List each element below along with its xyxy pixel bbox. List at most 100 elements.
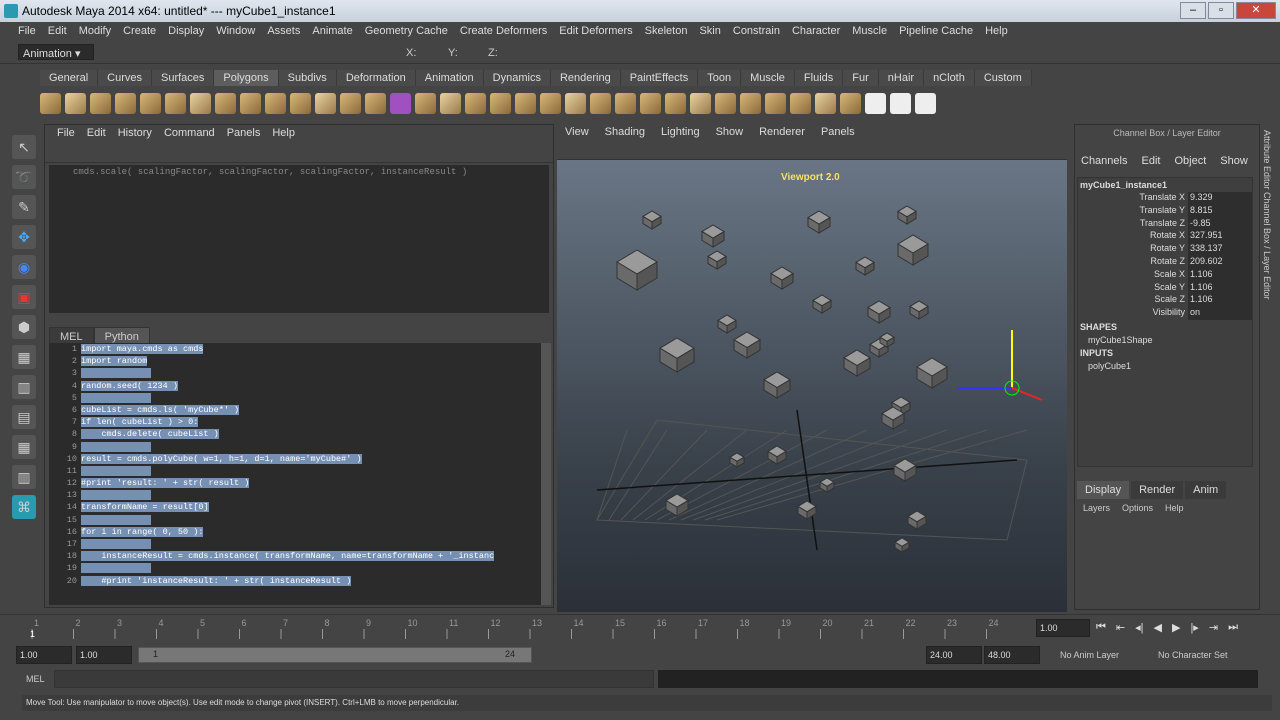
cube-instance[interactable] — [894, 537, 910, 553]
channel-row[interactable]: Visibility on — [1078, 307, 1252, 320]
shelf-tool-icon[interactable] — [440, 92, 461, 114]
shelf-tool-icon[interactable] — [165, 92, 186, 114]
channel-value[interactable]: 1.106 — [1188, 268, 1252, 282]
shelf-tool-icon[interactable] — [740, 92, 761, 114]
script-menu-edit[interactable]: Edit — [81, 125, 112, 141]
start-time-field[interactable]: 1.00 — [16, 646, 72, 664]
cube-instance[interactable] — [770, 266, 794, 290]
viewport-panel[interactable]: View Shading Lighting Show Renderer Panels Vi… — [557, 124, 1067, 612]
shelf-tool-icon[interactable] — [590, 92, 611, 114]
play-forward-icon[interactable]: ▶ — [1172, 621, 1180, 634]
layer-tab-display[interactable]: Display — [1077, 481, 1130, 499]
menu-muscle[interactable]: Muscle — [846, 22, 893, 42]
shape-node[interactable]: myCube1Shape — [1078, 334, 1252, 346]
script-menu-panels[interactable]: Panels — [221, 125, 267, 141]
layout-icon[interactable]: ▤ — [12, 405, 36, 429]
menuset-dropdown[interactable]: Animation ▾ — [18, 44, 94, 60]
prev-key-icon[interactable]: ◂| — [1135, 621, 1143, 634]
menu-pipeline-cache[interactable]: Pipeline Cache — [893, 22, 979, 42]
shelf-tab-custom[interactable]: Custom — [974, 70, 1032, 86]
shelf-tab-dynamics[interactable]: Dynamics — [483, 70, 551, 86]
shelf-tool-icon[interactable] — [415, 92, 436, 114]
channel-value[interactable]: 338.137 — [1188, 243, 1252, 256]
shelf-tab-polygons[interactable]: Polygons — [214, 70, 279, 86]
menu-window[interactable]: Window — [210, 22, 261, 42]
paint-select-icon[interactable]: ✎ — [12, 195, 36, 219]
shelf-tool-icon[interactable] — [365, 92, 386, 114]
channel-row[interactable]: Rotate Y 338.137 — [1078, 243, 1252, 256]
shelf-tool-icon[interactable] — [715, 92, 736, 114]
shelf-tab-curves[interactable]: Curves — [98, 70, 152, 86]
shelf-tab-rendering[interactable]: Rendering — [550, 70, 621, 86]
cube-instance[interactable] — [909, 300, 929, 320]
input-node[interactable]: polyCube1 — [1078, 360, 1252, 372]
shelf-tool-icon[interactable] — [840, 92, 861, 114]
shelf-tab-subdivs[interactable]: Subdivs — [278, 70, 337, 86]
layout-icon[interactable]: ▦ — [12, 435, 36, 459]
script-menu-history[interactable]: History — [112, 125, 158, 141]
menu-assets[interactable]: Assets — [261, 22, 306, 42]
shelf-tool-icon[interactable] — [690, 92, 711, 114]
object-name[interactable]: myCube1_instance1 — [1078, 178, 1252, 192]
cube-instance[interactable] — [855, 256, 875, 276]
shelf-tab-general[interactable]: General — [40, 70, 99, 86]
shelf-tool-icon[interactable] — [140, 92, 161, 114]
channel-value[interactable]: 8.815 — [1188, 204, 1252, 218]
channel-menu-show[interactable]: Show — [1220, 155, 1248, 167]
script-menu-help[interactable]: Help — [266, 125, 301, 141]
go-end-icon[interactable]: ⏭ — [1228, 621, 1238, 634]
channel-value[interactable]: on — [1188, 307, 1252, 320]
menu-create[interactable]: Create — [117, 22, 162, 42]
channel-row[interactable]: Scale Y 1.106 — [1078, 281, 1252, 295]
shelf-tool-icon[interactable] — [465, 92, 486, 114]
cube-instance[interactable] — [807, 210, 831, 234]
shelf-tool-icon[interactable] — [890, 92, 911, 114]
shelf-tab-surfaces[interactable]: Surfaces — [151, 70, 215, 86]
shelf-tool-icon[interactable] — [490, 92, 511, 114]
layer-menu-options[interactable]: Options — [1122, 503, 1153, 513]
end-time-field[interactable]: 48.00 — [984, 646, 1040, 664]
menu-help[interactable]: Help — [979, 22, 1014, 42]
channel-value[interactable]: 9.329 — [1188, 192, 1252, 205]
menu-animate[interactable]: Animate — [306, 22, 358, 42]
cube-instance[interactable] — [733, 331, 761, 359]
shelf-tool-icon[interactable] — [665, 92, 686, 114]
step-forward-icon[interactable]: ⇥ — [1209, 621, 1218, 634]
shelf-tool-icon[interactable] — [915, 92, 936, 114]
viewport-menu-show[interactable]: Show — [708, 124, 752, 140]
shelf-tool-icon[interactable] — [765, 92, 786, 114]
anim-layer-dropdown[interactable]: No Anim Layer — [1060, 650, 1119, 660]
play-back-icon[interactable]: ◀ — [1154, 621, 1162, 634]
shelf-tab-ncloth[interactable]: nCloth — [924, 70, 975, 86]
channel-value[interactable]: 209.602 — [1188, 255, 1252, 269]
shelf-tab-fur[interactable]: Fur — [843, 70, 879, 86]
shelf-tool-icon[interactable] — [815, 92, 836, 114]
go-start-icon[interactable]: ⏮ — [1096, 621, 1106, 634]
command-input[interactable] — [54, 670, 654, 688]
script-menu-file[interactable]: File — [51, 125, 81, 141]
layout-icon[interactable]: ▦ — [12, 345, 36, 369]
menu-modify[interactable]: Modify — [73, 22, 117, 42]
shelf-tool-icon[interactable] — [90, 92, 111, 114]
current-frame-field[interactable]: 1.00 — [1036, 619, 1090, 637]
channel-value[interactable]: -9.85 — [1188, 217, 1252, 231]
select-tool-icon[interactable]: ↖ — [12, 135, 36, 159]
rotate-tool-icon[interactable]: ◉ — [12, 255, 36, 279]
history-pane[interactable]: cmds.scale( scalingFactor, scalingFactor… — [49, 165, 549, 313]
channel-row[interactable]: Rotate Z 209.602 — [1078, 255, 1252, 269]
layer-tab-render[interactable]: Render — [1131, 481, 1184, 499]
channel-value[interactable]: 1.106 — [1188, 281, 1252, 295]
character-set-dropdown[interactable]: No Character Set — [1158, 650, 1228, 660]
cube-instance[interactable] — [897, 205, 917, 225]
cube-instance[interactable] — [812, 294, 832, 314]
cube-instance[interactable] — [797, 500, 817, 520]
python-input-pane[interactable]: 1 import maya.cmds as cmds 2 import random 3… — [49, 343, 549, 605]
shelf-tool-icon[interactable] — [615, 92, 636, 114]
range-bar[interactable]: 1 24 — [138, 647, 532, 663]
shelf-tool-icon[interactable] — [190, 92, 211, 114]
shelf-tool-icon[interactable] — [565, 92, 586, 114]
viewport-menu-shading[interactable]: Shading — [597, 124, 653, 140]
channel-row[interactable]: Translate X 9.329 — [1078, 192, 1252, 205]
cube-instance[interactable] — [767, 445, 787, 465]
channel-row[interactable]: Rotate X 327.951 — [1078, 230, 1252, 244]
